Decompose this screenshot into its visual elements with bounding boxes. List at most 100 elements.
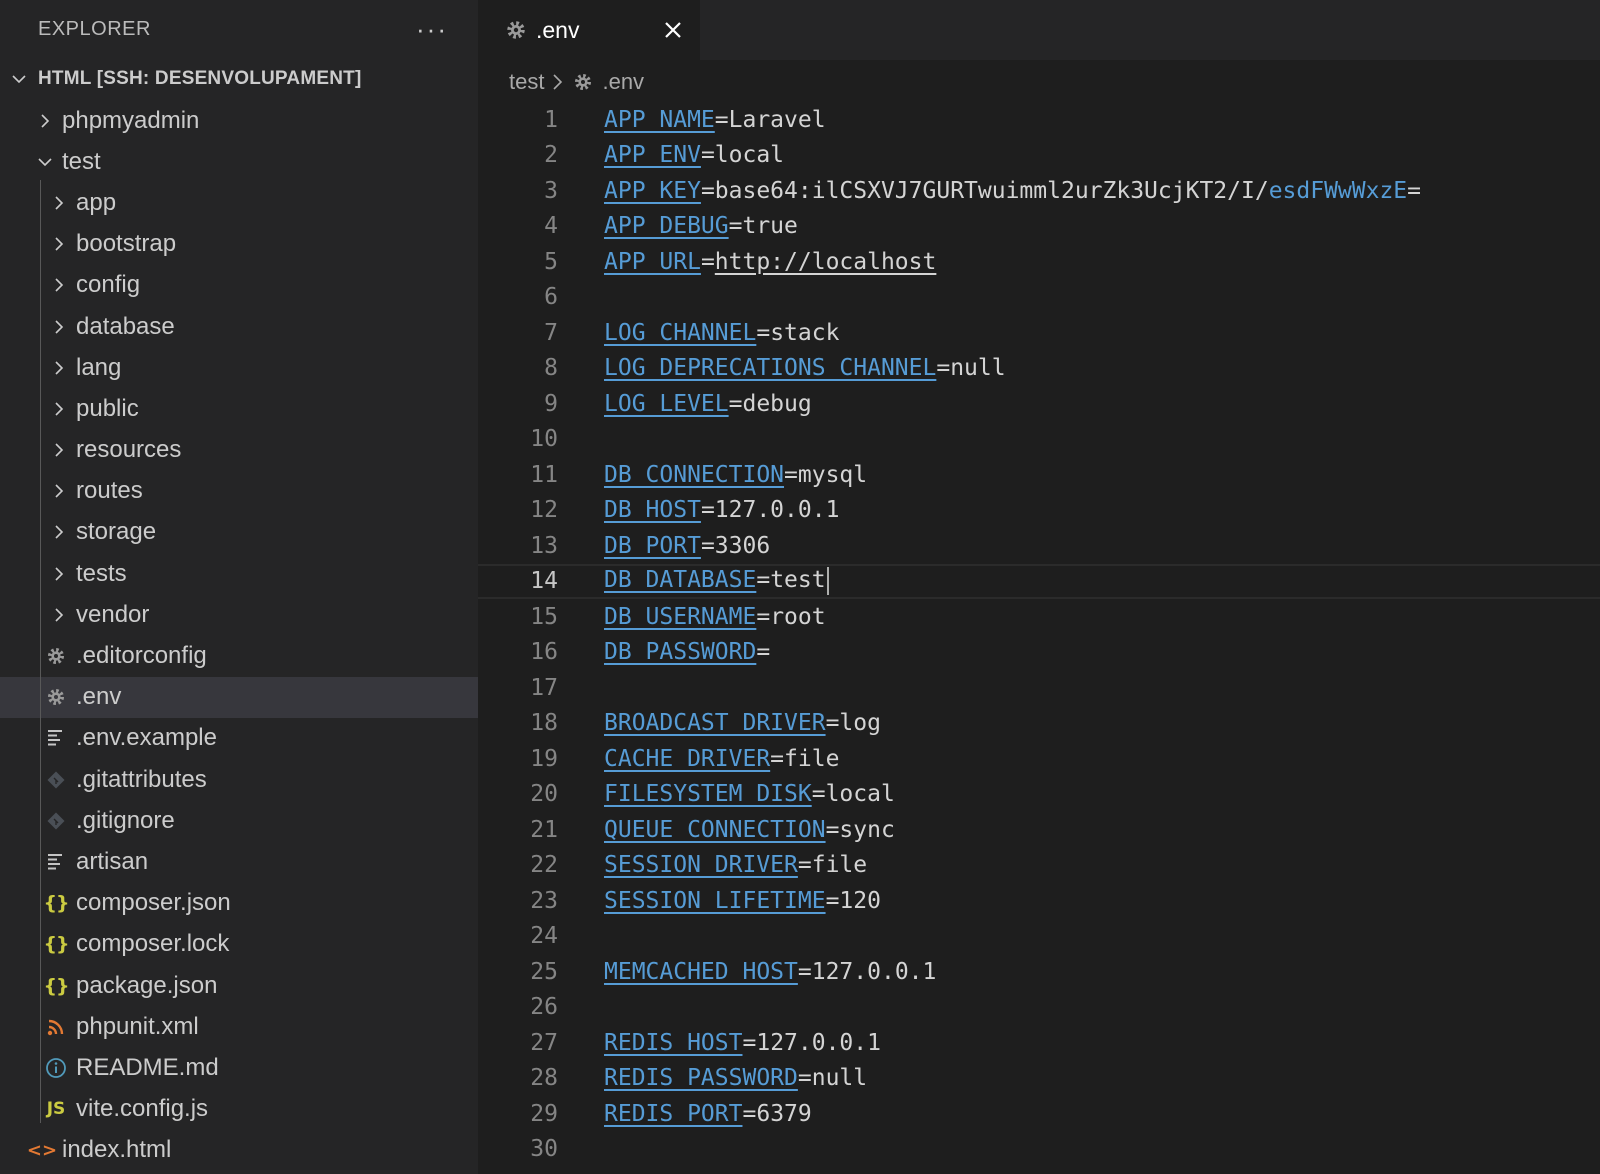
code-line[interactable]: 11 DB_CONNECTION = mysql	[478, 457, 1600, 493]
code-line[interactable]: 23 SESSION_LIFETIME = 120	[478, 883, 1600, 919]
folder-item[interactable]: routes	[0, 471, 478, 512]
equals-sign: =	[797, 1065, 812, 1092]
env-key: DB_HOST	[604, 497, 701, 524]
chevron-right-icon	[48, 521, 70, 543]
editor-area: .env test .env 1 APP_NAME = Laravel 2 APP_ENV…	[478, 0, 1600, 1174]
folder-item[interactable]: vendor	[0, 594, 478, 635]
file-item[interactable]: JS vite.config.js	[0, 1089, 478, 1130]
git-icon	[44, 809, 68, 833]
line-number: 25	[530, 958, 558, 985]
code-line[interactable]: 28 REDIS_PASSWORD = null	[478, 1061, 1600, 1097]
tree-item-label: .env.example	[76, 724, 217, 752]
line-text: MEMCACHED_HOST = 127.0.0.1	[604, 959, 936, 985]
folder-item[interactable]: config	[0, 265, 478, 306]
equals-sign: =	[700, 142, 715, 169]
tab-label: .env	[536, 16, 580, 43]
code-line[interactable]: 27 REDIS_HOST = 127.0.0.1	[478, 1025, 1600, 1061]
line-text: DB_CONNECTION = mysql	[604, 462, 867, 488]
workspace-root[interactable]: HTML [SSH: DESENVOLUPAMENT]	[0, 58, 478, 100]
line-number: 12	[530, 497, 558, 524]
code-line[interactable]: 13 DB_PORT = 3306	[478, 528, 1600, 564]
close-icon[interactable]	[660, 17, 686, 43]
code-line[interactable]: 15 DB_USERNAME = root	[478, 599, 1600, 635]
code-line[interactable]: 8 LOG_DEPRECATIONS_CHANNEL = null	[478, 351, 1600, 387]
folder-item[interactable]: database	[0, 306, 478, 347]
code-line[interactable]: 14 DB_DATABASE = test	[478, 563, 1600, 599]
folder-item[interactable]: app	[0, 182, 478, 223]
equals-sign: =	[825, 710, 840, 737]
code-line[interactable]: 19 CACHE_DRIVER = file	[478, 741, 1600, 777]
env-key: REDIS_PASSWORD	[604, 1065, 798, 1092]
file-item[interactable]: .gitignore	[0, 800, 478, 841]
code-line[interactable]: 20 FILESYSTEM_DISK = local	[478, 777, 1600, 813]
code-line[interactable]: 25 MEMCACHED_HOST = 127.0.0.1	[478, 954, 1600, 990]
chevron-right-icon	[48, 480, 70, 502]
code-line[interactable]: 17	[478, 670, 1600, 706]
code-line[interactable]: 12 DB_HOST = 127.0.0.1	[478, 493, 1600, 529]
env-value-link[interactable]: http://localhost	[715, 249, 937, 275]
rss-icon	[44, 1015, 68, 1039]
file-item[interactable]: artisan	[0, 841, 478, 882]
folder-item[interactable]: bootstrap	[0, 224, 478, 265]
file-item[interactable]: <> index.html	[0, 1130, 478, 1171]
code-line[interactable]: 9 LOG_LEVEL = debug	[478, 386, 1600, 422]
folder-item[interactable]: test	[0, 141, 478, 182]
code-line[interactable]: 4 APP_DEBUG = true	[478, 209, 1600, 245]
code-line[interactable]: 2 APP_ENV = local	[478, 138, 1600, 174]
env-key: DB_PORT	[604, 532, 701, 559]
env-value: root	[770, 603, 826, 630]
code-line[interactable]: 21 QUEUE_CONNECTION = sync	[478, 812, 1600, 848]
file-item[interactable]: {} composer.lock	[0, 924, 478, 965]
file-item[interactable]: .env.example	[0, 718, 478, 759]
file-item[interactable]: {} package.json	[0, 965, 478, 1006]
code-editor[interactable]: 1 APP_NAME = Laravel 2 APP_ENV = local 3 APP_KEY =…	[478, 102, 1600, 1167]
folder-item[interactable]: phpmyadmin	[0, 100, 478, 141]
tree-item-label: phpmyadmin	[62, 106, 200, 134]
tree-item-label: composer.lock	[76, 930, 230, 958]
line-number: 8	[544, 355, 558, 382]
file-item[interactable]: .env	[0, 676, 478, 718]
code-line[interactable]: 7 LOG_CHANNEL = stack	[478, 315, 1600, 351]
file-item[interactable]: .editorconfig	[0, 635, 478, 676]
file-item[interactable]: README.md	[0, 1047, 478, 1088]
code-line[interactable]: 29 REDIS_PORT = 6379	[478, 1096, 1600, 1132]
env-value: 127.0.0.1	[756, 1029, 881, 1056]
code-line[interactable]: 26	[478, 990, 1600, 1026]
env-key: APP_NAME	[604, 106, 715, 133]
code-line[interactable]: 5 APP_URL = http://localhost	[478, 244, 1600, 280]
equals-sign: =	[728, 390, 743, 417]
line-number: 11	[530, 461, 558, 488]
equals-sign: =	[784, 461, 798, 488]
folder-item[interactable]: tests	[0, 553, 478, 594]
code-line[interactable]: 16 DB_PASSWORD =	[478, 635, 1600, 671]
line-number: 23	[530, 887, 558, 914]
line-text: LOG_DEPRECATIONS_CHANNEL = null	[604, 355, 1006, 381]
gear-icon	[572, 71, 594, 93]
folder-item[interactable]: storage	[0, 512, 478, 553]
file-item[interactable]: {} composer.json	[0, 883, 478, 924]
code-line[interactable]: 18 BROADCAST_DRIVER = log	[478, 706, 1600, 742]
file-item[interactable]: phpunit.xml	[0, 1006, 478, 1047]
code-line[interactable]: 1 APP_NAME = Laravel	[478, 102, 1600, 138]
code-line[interactable]: 3 APP_KEY = base64:ilCSXVJ7GURTwuimml2urZk3…	[478, 173, 1600, 209]
breadcrumb-folder[interactable]: test	[509, 69, 544, 95]
breadcrumb: test .env	[509, 64, 644, 100]
equals-sign: =	[797, 958, 812, 985]
code-line[interactable]: 30	[478, 1132, 1600, 1168]
breadcrumb-file[interactable]: .env	[602, 69, 644, 95]
code-line[interactable]: 24	[478, 919, 1600, 955]
folder-item[interactable]: public	[0, 388, 478, 429]
folder-item[interactable]: resources	[0, 430, 478, 471]
code-line[interactable]: 10	[478, 422, 1600, 458]
env-key: MEMCACHED_HOST	[604, 958, 798, 985]
code-line[interactable]: 6	[478, 280, 1600, 316]
line-text: APP_ENV = local	[604, 142, 784, 168]
folder-item[interactable]: lang	[0, 347, 478, 388]
code-line[interactable]: 22 SESSION_DRIVER = file	[478, 848, 1600, 884]
file-item[interactable]: .gitattributes	[0, 759, 478, 800]
tab-env[interactable]: .env	[478, 0, 700, 60]
line-number: 22	[530, 852, 558, 879]
more-actions-button[interactable]: ···	[416, 16, 448, 42]
env-value: 127.0.0.1	[714, 497, 840, 524]
line-text: DB_PORT = 3306	[604, 533, 770, 559]
